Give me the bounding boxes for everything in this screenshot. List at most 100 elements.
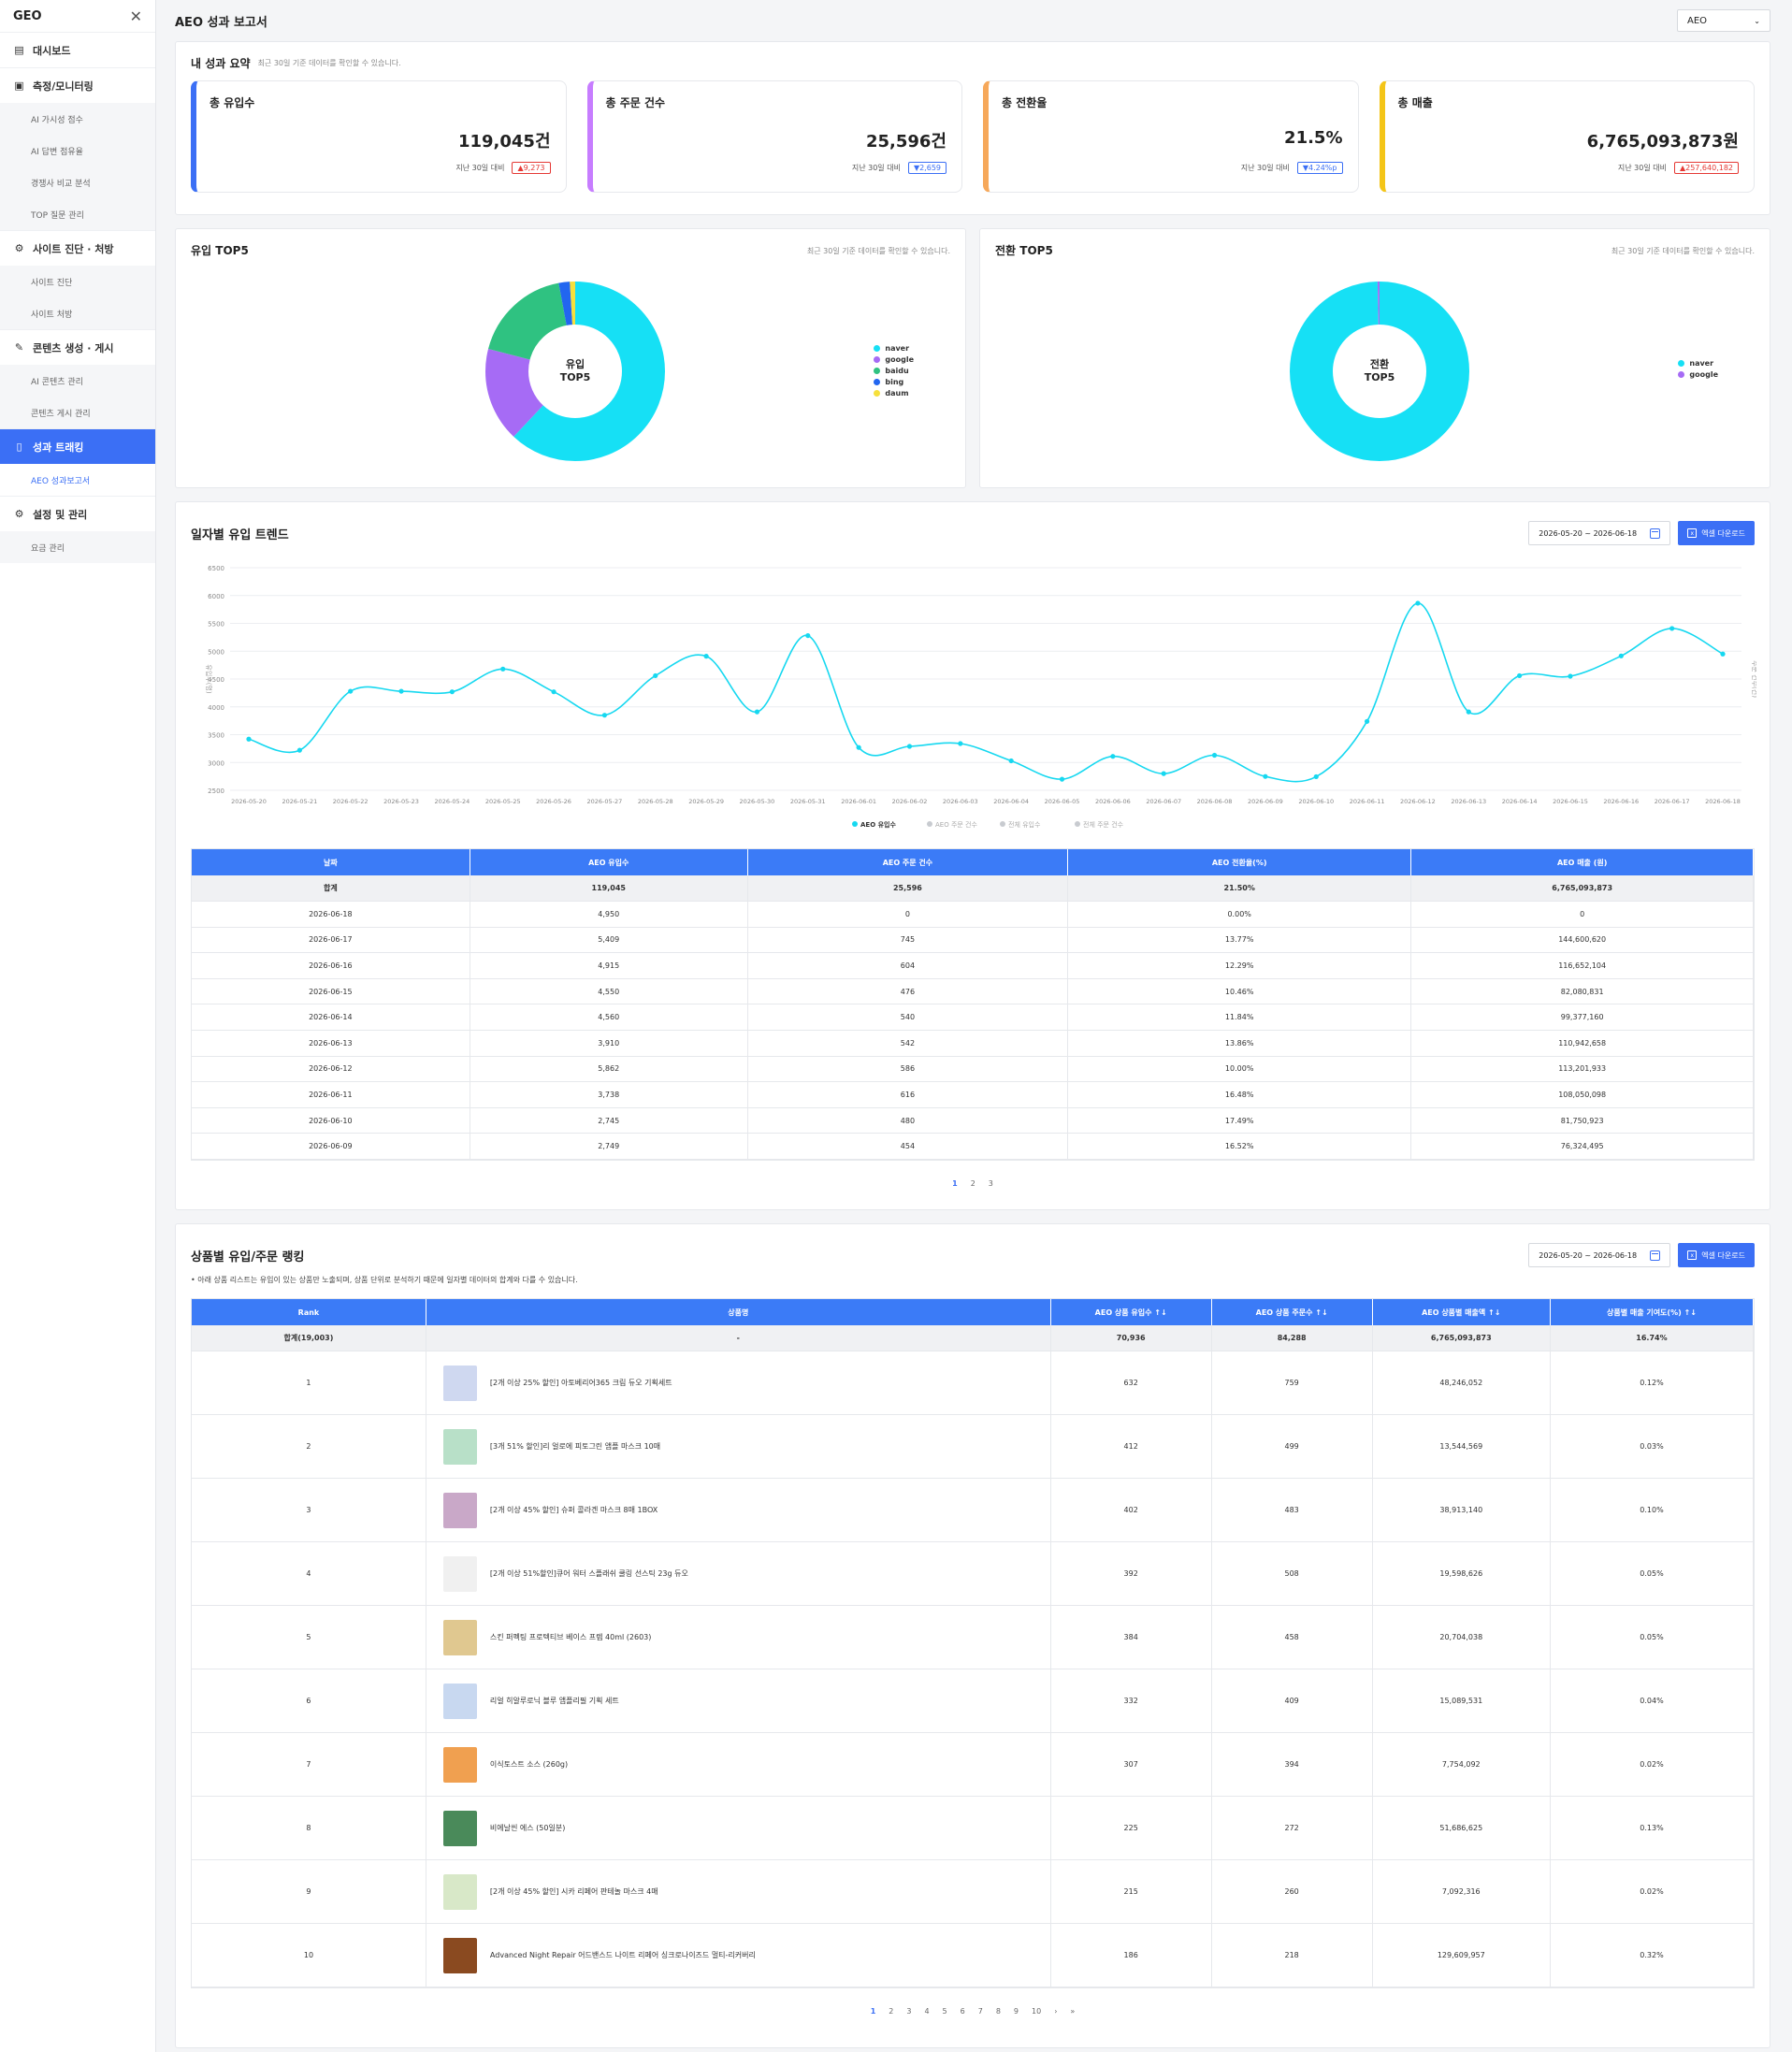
data-point[interactable] — [1008, 758, 1014, 764]
close-icon[interactable]: ✕ — [130, 7, 142, 25]
page-link[interactable]: 9 — [1014, 2007, 1019, 2016]
product-name[interactable]: [2개 이상 51%할인]큐어 워터 스플래쉬 쿨링 선스틱 23g 듀오 — [490, 1568, 688, 1579]
data-point[interactable] — [1110, 754, 1116, 759]
table-row[interactable]: 1 [2개 이상 25% 할인] 아토베리어365 크림 듀오 기획세트 632 75… — [192, 1351, 1755, 1416]
product-name[interactable]: Advanced Night Repair 어드밴스드 나이트 리페어 싱크로나… — [490, 1950, 756, 1960]
data-point[interactable] — [1466, 709, 1471, 715]
data-point[interactable] — [1211, 752, 1218, 759]
product-name[interactable]: 스킨 퍼펙팅 프로텍티브 베이스 프렙 40ml (2603) — [490, 1632, 651, 1642]
sidebar-item-4[interactable]: 경쟁사 비교 분석 — [0, 166, 155, 198]
page-link[interactable]: 10 — [1032, 2007, 1041, 2016]
table-row[interactable]: 10 Advanced Night Repair 어드밴스드 나이트 리페어 싱크… — [192, 1923, 1755, 1988]
data-point[interactable] — [246, 736, 252, 742]
page-link[interactable]: 1 — [952, 1179, 958, 1188]
data-point[interactable] — [1568, 673, 1573, 679]
page-link[interactable]: 1 — [871, 2007, 876, 2016]
legend-label[interactable]: 전체 주문 건수 — [1083, 820, 1124, 829]
page-link[interactable]: 5 — [943, 2007, 947, 2016]
sidebar-section-0[interactable]: ▤ 대시보드 — [0, 32, 155, 67]
sidebar-section-6[interactable]: ⚙ 사이트 진단 · 처방 — [0, 230, 155, 266]
page-link[interactable]: 6 — [961, 2007, 965, 2016]
data-point[interactable] — [1263, 773, 1268, 779]
column-header[interactable]: 상품명 — [426, 1299, 1051, 1325]
column-header[interactable]: AEO 주문 건수 — [747, 849, 1069, 875]
data-point[interactable] — [1720, 651, 1726, 657]
page-link[interactable]: 2 — [889, 2007, 893, 2016]
data-point[interactable] — [1161, 771, 1166, 776]
column-header[interactable]: AEO 전환율(%) — [1067, 849, 1412, 875]
page-link[interactable]: » — [1070, 2007, 1075, 2016]
data-point[interactable] — [805, 632, 811, 639]
data-point[interactable] — [754, 709, 760, 715]
data-point[interactable] — [601, 713, 608, 718]
product-name[interactable]: [2개 이상 25% 할인] 아토베리어365 크림 듀오 기획세트 — [490, 1378, 672, 1388]
product-name[interactable]: 리얼 히알루로닉 블루 앰플리필 기획 세트 — [490, 1696, 619, 1706]
data-point[interactable] — [296, 747, 302, 753]
column-header[interactable]: AEO 유입수 — [470, 849, 748, 875]
page-link[interactable]: 4 — [924, 2007, 929, 2016]
table-row[interactable]: 7 이식토스트 소스 (260g) 307 394 7,754,092 0.02% — [192, 1732, 1755, 1798]
table-row[interactable]: 6 리얼 히알루로닉 블루 앰플리필 기획 세트 332 409 15,089,531 0… — [192, 1669, 1755, 1734]
ranking-excel-button[interactable]: x 엑셀 다운로드 — [1678, 1243, 1755, 1267]
sidebar-item-11[interactable]: 콘텐츠 게시 관리 — [0, 397, 155, 428]
product-name[interactable]: [2개 이상 45% 할인] 시카 리페어 판테놀 마스크 4매 — [490, 1886, 658, 1897]
data-point[interactable] — [449, 689, 455, 695]
sidebar-item-13[interactable]: AEO 성과보고서 — [0, 464, 155, 496]
data-point[interactable] — [500, 666, 506, 672]
sidebar-item-2[interactable]: AI 가시성 점수 — [0, 103, 155, 135]
column-header[interactable]: AEO 상품별 매출액 ↑↓ — [1372, 1299, 1551, 1325]
column-header[interactable]: Rank — [192, 1299, 426, 1325]
page-link[interactable]: 2 — [971, 1179, 975, 1188]
sidebar-item-10[interactable]: AI 콘텐츠 관리 — [0, 365, 155, 397]
product-name[interactable]: [3개 51% 할인]리 얼로에 피토그린 앰플 마스크 10매 — [490, 1441, 660, 1452]
sidebar-item-3[interactable]: AI 답변 점유율 — [0, 135, 155, 166]
data-point[interactable] — [551, 689, 556, 695]
column-header[interactable]: AEO 매출 (원) — [1410, 849, 1754, 875]
legend-label[interactable]: AEO 주문 건수 — [935, 820, 977, 829]
data-point[interactable] — [1059, 776, 1065, 782]
data-point[interactable] — [1618, 653, 1624, 658]
legend-label[interactable]: 전체 유입수 — [1008, 820, 1041, 829]
data-point[interactable] — [1313, 773, 1319, 780]
table-row[interactable]: 4 [2개 이상 51%할인]큐어 워터 스플래쉬 쿨링 선스틱 23g 듀오 39… — [192, 1541, 1755, 1607]
data-point[interactable] — [1415, 600, 1421, 606]
sidebar-section-1[interactable]: ▣ 측정/모니터링 — [0, 67, 155, 103]
column-header[interactable]: AEO 상품 주문수 ↑↓ — [1211, 1299, 1373, 1325]
channel-select[interactable]: AEO ⌄ — [1677, 9, 1770, 32]
data-point[interactable] — [703, 654, 709, 659]
table-row[interactable]: 3 [2개 이상 45% 할인] 슈퍼 콜라겐 마스크 8매 1BOX 402 483… — [192, 1478, 1755, 1543]
data-point[interactable] — [856, 744, 861, 750]
column-header[interactable]: AEO 상품 유입수 ↑↓ — [1050, 1299, 1212, 1325]
table-row[interactable]: 9 [2개 이상 45% 할인] 시카 리페어 판테놀 마스크 4매 215 260 7… — [192, 1859, 1755, 1925]
page-link[interactable]: 3 — [989, 1179, 993, 1188]
column-header[interactable]: 날짜 — [192, 849, 470, 875]
sidebar-item-15[interactable]: 요금 관리 — [0, 531, 155, 563]
sidebar-section-14[interactable]: ⚙ 설정 및 관리 — [0, 496, 155, 531]
data-point[interactable] — [1517, 672, 1523, 679]
page-link[interactable]: › — [1054, 2007, 1057, 2016]
page-link[interactable]: 7 — [978, 2007, 983, 2016]
sidebar-item-5[interactable]: TOP 질문 관리 — [0, 198, 155, 230]
data-point[interactable] — [958, 741, 963, 746]
data-point[interactable] — [348, 688, 354, 694]
table-row[interactable]: 8 비에날씬 에스 (50일분) 225 272 51,686,625 0.13% — [192, 1796, 1755, 1861]
trend-excel-button[interactable]: x 엑셀 다운로드 — [1678, 521, 1755, 545]
page-link[interactable]: 8 — [996, 2007, 1001, 2016]
data-point[interactable] — [1364, 718, 1370, 724]
ranking-date-picker[interactable]: 2026-05-20 ~ 2026-06-18 — [1528, 1243, 1671, 1267]
sidebar-item-8[interactable]: 사이트 처방 — [0, 297, 155, 329]
data-point[interactable] — [906, 744, 913, 749]
column-header[interactable]: 상품별 매출 기여도(%) ↑↓ — [1550, 1299, 1755, 1325]
sidebar-section-9[interactable]: ✎ 콘텐츠 생성 · 게시 — [0, 329, 155, 365]
product-name[interactable]: 비에날씬 에스 (50일분) — [490, 1823, 565, 1833]
table-row[interactable]: 2 [3개 51% 할인]리 얼로에 피토그린 앰플 마스크 10매 412 499 1… — [192, 1414, 1755, 1480]
sidebar-item-7[interactable]: 사이트 진단 — [0, 266, 155, 297]
legend-label[interactable]: AEO 유입수 — [860, 820, 896, 829]
product-name[interactable]: 이식토스트 소스 (260g) — [490, 1759, 568, 1770]
data-point[interactable] — [1669, 626, 1675, 631]
table-row[interactable]: 5 스킨 퍼펙팅 프로텍티브 베이스 프렙 40ml (2603) 384 458 20… — [192, 1605, 1755, 1670]
data-point[interactable] — [398, 688, 404, 694]
page-link[interactable]: 3 — [906, 2007, 911, 2016]
product-name[interactable]: [2개 이상 45% 할인] 슈퍼 콜라겐 마스크 8매 1BOX — [490, 1505, 658, 1515]
data-point[interactable] — [653, 672, 658, 679]
